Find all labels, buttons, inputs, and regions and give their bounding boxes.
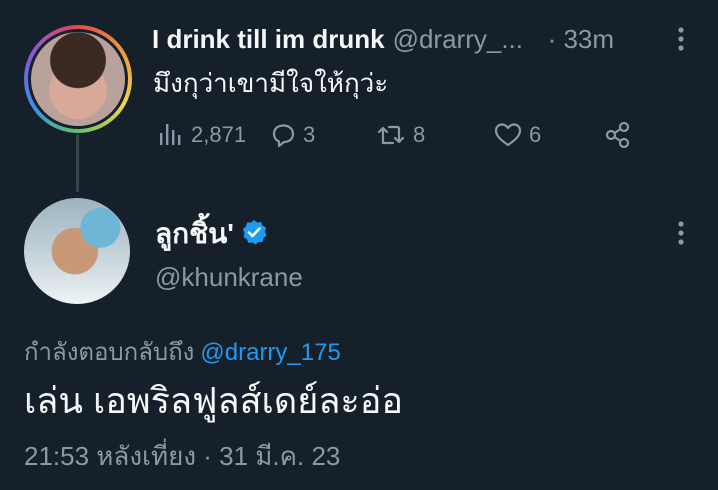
parent-timestamp[interactable]: · 33m bbox=[548, 24, 614, 55]
main-tweet-timestamp[interactable]: 21:53 หลังเที่ยง · 31 มี.ค. 23 bbox=[24, 436, 340, 477]
avatar-photo bbox=[28, 29, 128, 129]
main-handle[interactable]: @khunkrane bbox=[155, 262, 303, 293]
retweet-icon bbox=[375, 121, 407, 149]
share-icon bbox=[603, 120, 633, 150]
parent-tweet-avatar[interactable] bbox=[24, 25, 132, 133]
parent-handle[interactable]: @drarry_... bbox=[393, 24, 538, 55]
reply-mention-link[interactable]: @drarry_175 bbox=[200, 339, 340, 366]
main-tweet-name-row: ลูกชิ้น' bbox=[155, 212, 268, 256]
reply-icon bbox=[269, 121, 297, 149]
share-button[interactable] bbox=[603, 118, 633, 152]
replying-to-label: กำลังตอบกลับถึง bbox=[24, 339, 195, 366]
like-button[interactable]: 6 bbox=[493, 118, 541, 152]
views-icon bbox=[157, 121, 185, 149]
replies-count: 3 bbox=[303, 122, 316, 147]
verified-badge-icon bbox=[240, 218, 268, 251]
parent-tweet-text: มึงกุว่าเขามีใจให้กุว่ะ bbox=[153, 68, 389, 98]
main-more-icon[interactable] bbox=[674, 218, 688, 248]
retweets-count: 8 bbox=[413, 122, 426, 147]
main-tweet-text: เล่น เอพริลฟูลส์เดย์ละอ่อ bbox=[24, 380, 403, 421]
views-button[interactable]: 2,871 bbox=[157, 118, 246, 152]
retweet-button[interactable]: 8 bbox=[375, 118, 425, 152]
main-display-name[interactable]: ลูกชิ้น' bbox=[155, 212, 234, 256]
views-count: 2,871 bbox=[191, 122, 247, 147]
replying-to-line: กำลังตอบกลับถึง @drarry_175 bbox=[24, 332, 341, 371]
thread-connector-line bbox=[76, 134, 79, 192]
like-icon bbox=[493, 121, 523, 149]
parent-display-name[interactable]: I drink till im drunk bbox=[152, 24, 385, 55]
main-tweet-avatar[interactable] bbox=[24, 198, 130, 304]
likes-count: 6 bbox=[529, 122, 542, 147]
parent-more-icon[interactable] bbox=[674, 24, 688, 54]
parent-tweet-header: I drink till im drunk @drarry_... · 33m bbox=[152, 24, 614, 55]
reply-button[interactable]: 3 bbox=[269, 118, 315, 152]
